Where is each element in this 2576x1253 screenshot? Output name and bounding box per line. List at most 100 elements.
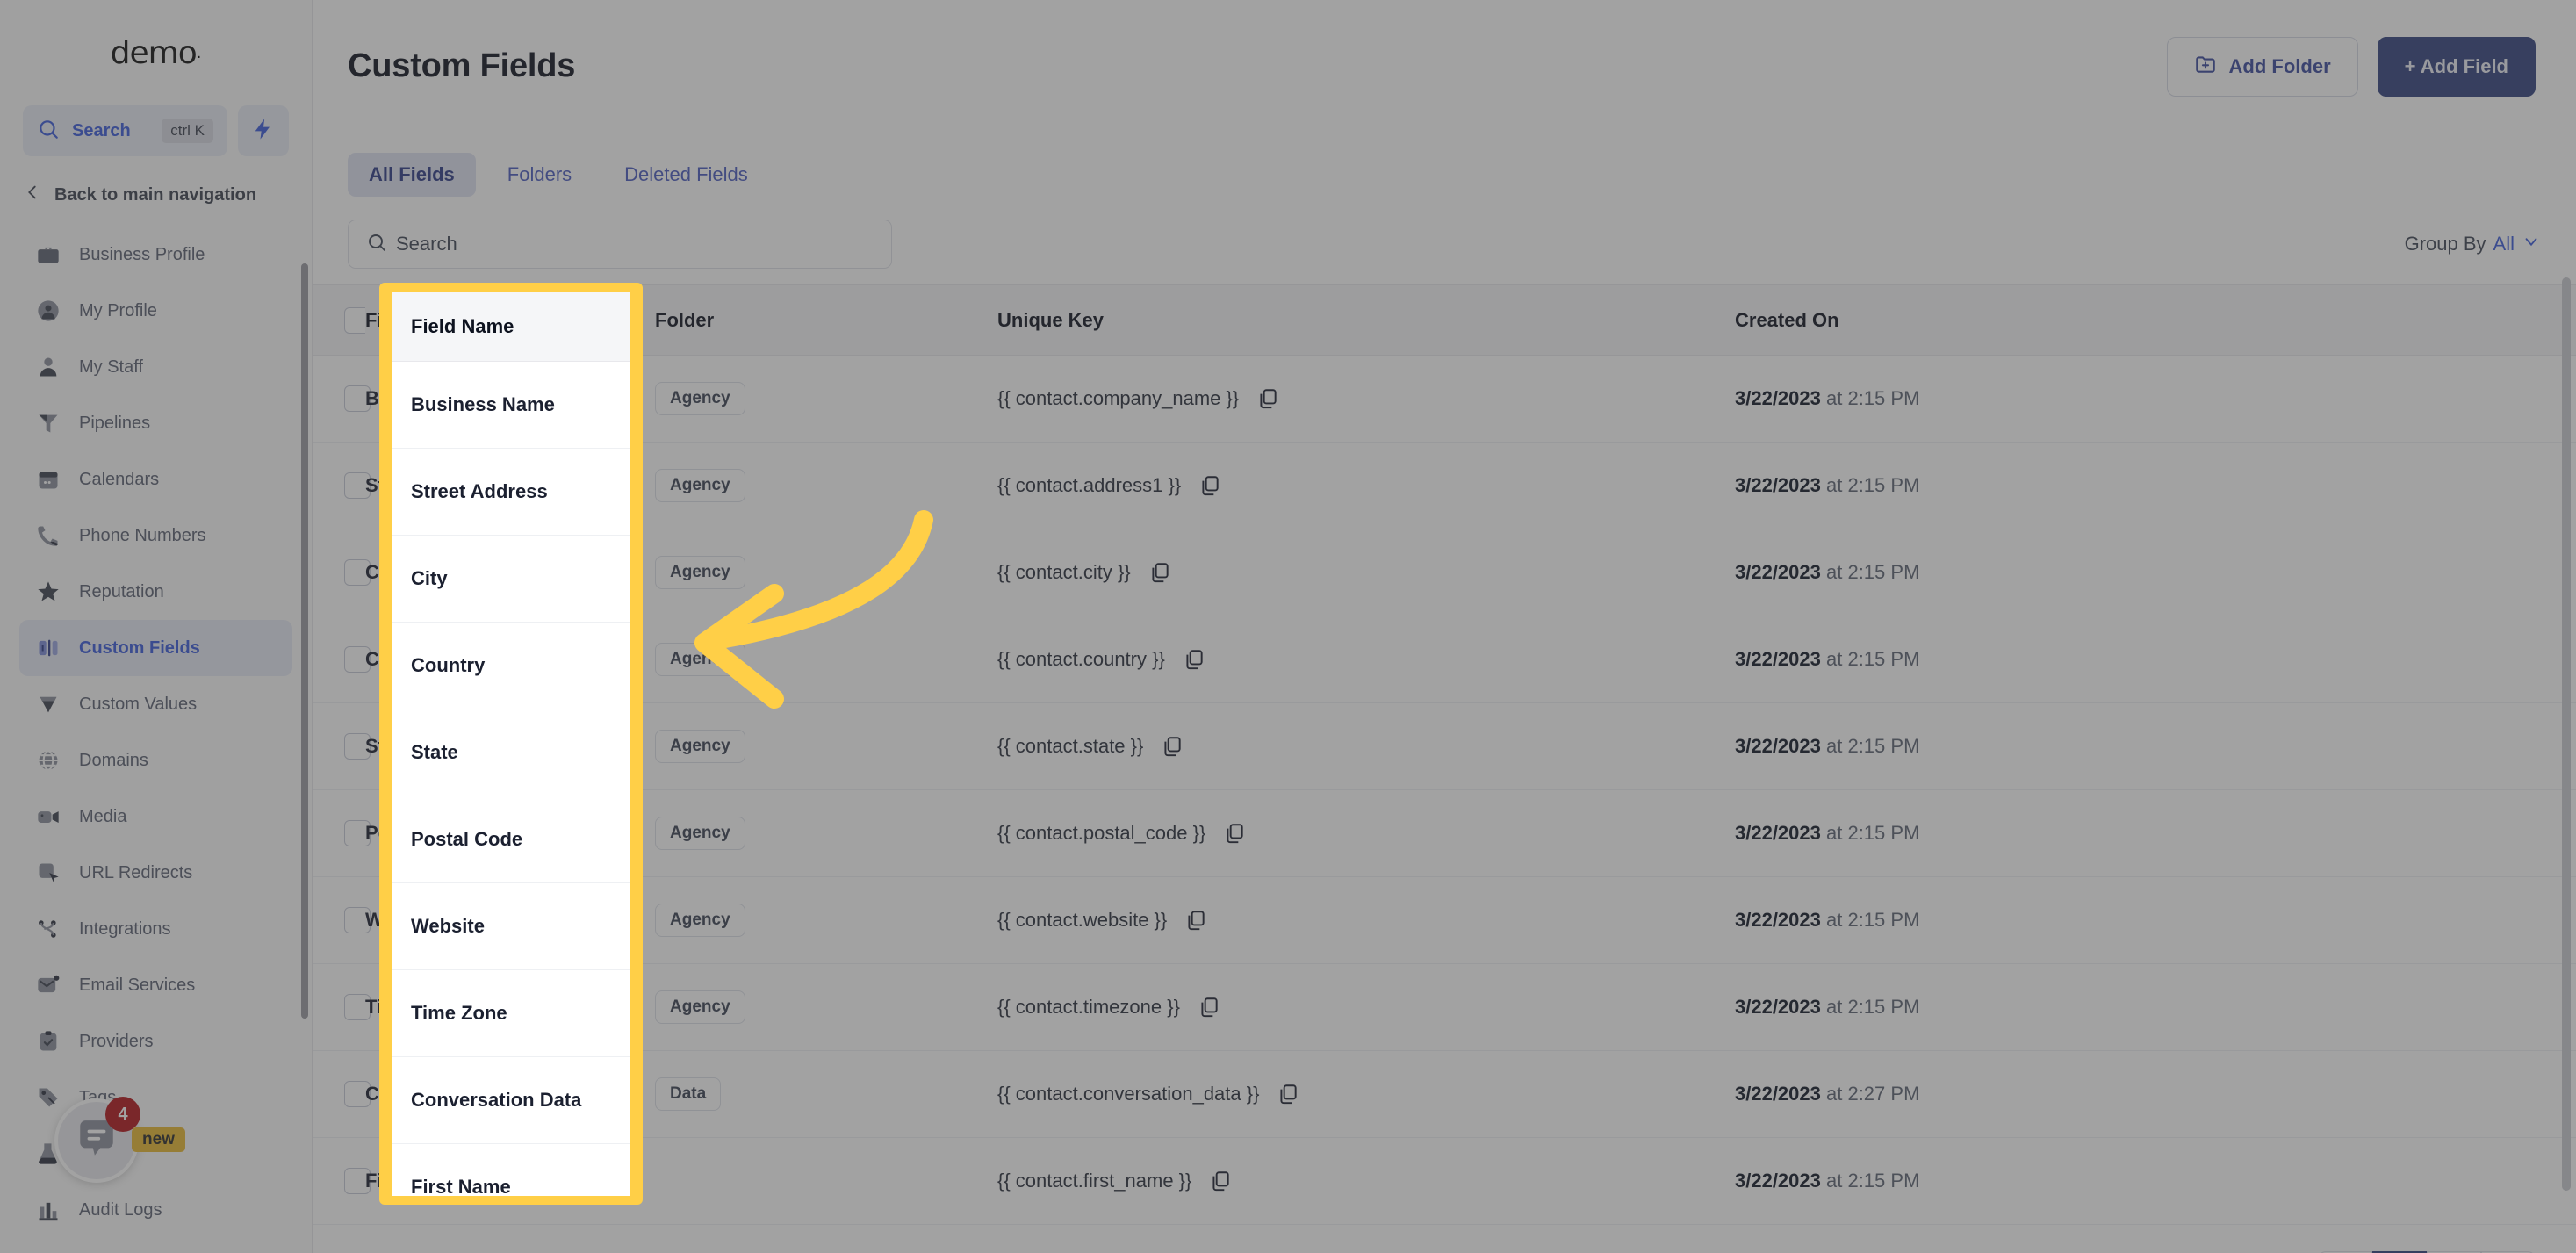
sidebar-item-media[interactable]: Media: [19, 789, 292, 845]
sidebar-item-pipelines[interactable]: Pipelines: [19, 395, 292, 451]
created-time: at 2:15 PM: [1826, 474, 1920, 496]
sidebar-item-integrations[interactable]: Integrations: [19, 901, 292, 957]
sidebar: demo. Search ctrl K Back to main navigat…: [0, 0, 313, 1253]
copy-icon[interactable]: [1183, 648, 1205, 671]
table-row[interactable]: Time Zone Agency {{ contact.timezone }} …: [313, 963, 2576, 1051]
back-to-main-navigation[interactable]: Back to main navigation: [0, 156, 312, 214]
folder-badge: Agency: [655, 730, 745, 763]
column-header-unique-key[interactable]: Unique Key: [997, 284, 1735, 356]
row-checkbox-cell: [313, 1050, 371, 1138]
copy-icon[interactable]: [1277, 1083, 1299, 1105]
cell-created-on: 3/22/2023 at 2:15 PM: [1735, 442, 2576, 529]
sidebar-item-audit-logs[interactable]: Audit Logs: [19, 1182, 292, 1238]
logo-dot: .: [196, 42, 202, 62]
column-header-created-on[interactable]: Created On: [1735, 284, 2576, 356]
tab-all-fields[interactable]: All Fields: [348, 153, 476, 197]
sidebar-item-custom-values[interactable]: Custom Values: [19, 676, 292, 732]
tab-bar: All Fields Folders Deleted Fields: [313, 133, 2576, 197]
table-header-row: Field Name Folder Unique Key Created On: [313, 284, 2576, 356]
table-row[interactable]: Postal Code Agency {{ contact.postal_cod…: [313, 789, 2576, 877]
cell-field-name: Postal Code: [365, 789, 655, 877]
sidebar-item-my-profile[interactable]: My Profile: [19, 283, 292, 339]
table-row[interactable]: City Agency {{ contact.city }} 3/22/2023…: [313, 529, 2576, 616]
group-by-value: All: [2493, 233, 2515, 255]
cell-unique-key: {{ contact.company_name }}: [997, 355, 1735, 443]
table-row[interactable]: Website Agency {{ contact.website }} 3/2…: [313, 876, 2576, 964]
table-row[interactable]: State Agency {{ contact.state }} 3/22/20…: [313, 702, 2576, 790]
cell-field-name: City: [365, 529, 655, 616]
sidebar-item-providers[interactable]: Providers: [19, 1013, 292, 1069]
unique-key-text: {{ contact.city }}: [997, 561, 1131, 583]
table-row[interactable]: Conversation Data Data {{ contact.conver…: [313, 1050, 2576, 1138]
quick-action-button[interactable]: [238, 105, 289, 156]
add-folder-label: Add Folder: [2228, 54, 2331, 77]
cell-unique-key: {{ contact.address1 }}: [997, 442, 1735, 529]
cell-unique-key: {{ contact.state }}: [997, 702, 1735, 790]
row-checkbox-cell: [313, 529, 371, 616]
sidebar-item-reputation[interactable]: Reputation: [19, 564, 292, 620]
main-scrollbar[interactable]: [2562, 277, 2571, 1191]
table-row[interactable]: Business Name Agency {{ contact.company_…: [313, 355, 2576, 443]
cell-unique-key: {{ contact.country }}: [997, 616, 1735, 703]
sidebar-item-url-redirects[interactable]: URL Redirects: [19, 845, 292, 901]
search-icon: [37, 118, 60, 145]
copy-icon[interactable]: [1184, 909, 1207, 932]
unique-key-text: {{ contact.conversation_data }}: [997, 1083, 1260, 1105]
cell-field-name: Business Name: [365, 355, 655, 443]
cell-unique-key: {{ contact.conversation_data }}: [997, 1050, 1735, 1138]
add-field-label: + Add Field: [2404, 54, 2508, 77]
cell-created-on: 3/22/2023 at 2:15 PM: [1735, 876, 2576, 964]
table-row[interactable]: First Name {{ contact.first_name }} 3/22…: [313, 1137, 2576, 1225]
created-time: at 2:15 PM: [1826, 735, 1920, 757]
table-toolbar: Search Group By All: [313, 197, 2576, 284]
calendar-icon: [35, 466, 61, 493]
copy-icon[interactable]: [1223, 822, 1246, 845]
search-input[interactable]: Search: [348, 220, 892, 269]
sidebar-item-my-staff[interactable]: My Staff: [19, 339, 292, 395]
sidebar-item-calendars[interactable]: Calendars: [19, 451, 292, 508]
copy-icon[interactable]: [1161, 735, 1184, 758]
search-placeholder: Search: [396, 233, 457, 255]
cell-unique-key: {{ contact.first_name }}: [997, 1137, 1735, 1225]
cell-folder: Data: [655, 1050, 997, 1138]
sidebar-item-email-services[interactable]: Email Services: [19, 957, 292, 1013]
copy-icon[interactable]: [1209, 1170, 1232, 1192]
sidebar-item-label: Providers: [79, 1031, 154, 1051]
folder-badge: Agency: [655, 382, 745, 415]
copy-icon[interactable]: [1148, 561, 1171, 584]
cell-folder: Agency: [655, 355, 997, 443]
chat-widget-button[interactable]: 4: [54, 1097, 140, 1183]
sidebar-item-business-profile[interactable]: Business Profile: [19, 227, 292, 283]
chat-unread-badge: 4: [105, 1097, 140, 1132]
global-search-button[interactable]: Search ctrl K: [23, 105, 227, 156]
created-time: at 2:15 PM: [1826, 909, 1920, 931]
row-checkbox-cell: [313, 789, 371, 877]
unique-key-text: {{ contact.address1 }}: [997, 474, 1182, 496]
cell-created-on: 3/22/2023 at 2:15 PM: [1735, 1137, 2576, 1225]
table-body: Business Name Agency {{ contact.company_…: [313, 355, 2576, 1225]
add-folder-button[interactable]: Add Folder: [2166, 36, 2358, 97]
tab-deleted-fields[interactable]: Deleted Fields: [603, 153, 769, 197]
tab-folders[interactable]: Folders: [486, 153, 593, 197]
chevron-left-icon: [23, 183, 42, 207]
table-row[interactable]: Country Agency {{ contact.country }} 3/2…: [313, 616, 2576, 703]
copy-icon[interactable]: [1198, 474, 1221, 497]
column-header-field-name[interactable]: Field Name: [365, 284, 655, 356]
sidebar-item-phone-numbers[interactable]: Phone Numbers: [19, 508, 292, 564]
add-field-button[interactable]: + Add Field: [2377, 36, 2536, 97]
group-by-selector[interactable]: Group By All: [2405, 232, 2541, 256]
sidebar-item-custom-fields[interactable]: Custom Fields: [19, 620, 292, 676]
tag-icon: [35, 1084, 61, 1111]
bar-chart-icon: [35, 1197, 61, 1223]
unique-key-text: {{ contact.first_name }}: [997, 1170, 1192, 1192]
copy-icon[interactable]: [1198, 996, 1220, 1019]
sidebar-item-label: My Staff: [79, 356, 143, 377]
sidebar-scrollbar[interactable]: [301, 263, 308, 1019]
sidebar-item-domains[interactable]: Domains: [19, 732, 292, 789]
table-row[interactable]: Street Address Agency {{ contact.address…: [313, 442, 2576, 529]
cell-field-name: Country: [365, 616, 655, 703]
row-checkbox-cell: [313, 963, 371, 1051]
copy-icon[interactable]: [1256, 387, 1279, 410]
column-header-folder[interactable]: Folder: [655, 284, 997, 356]
cell-folder: Agency: [655, 702, 997, 790]
